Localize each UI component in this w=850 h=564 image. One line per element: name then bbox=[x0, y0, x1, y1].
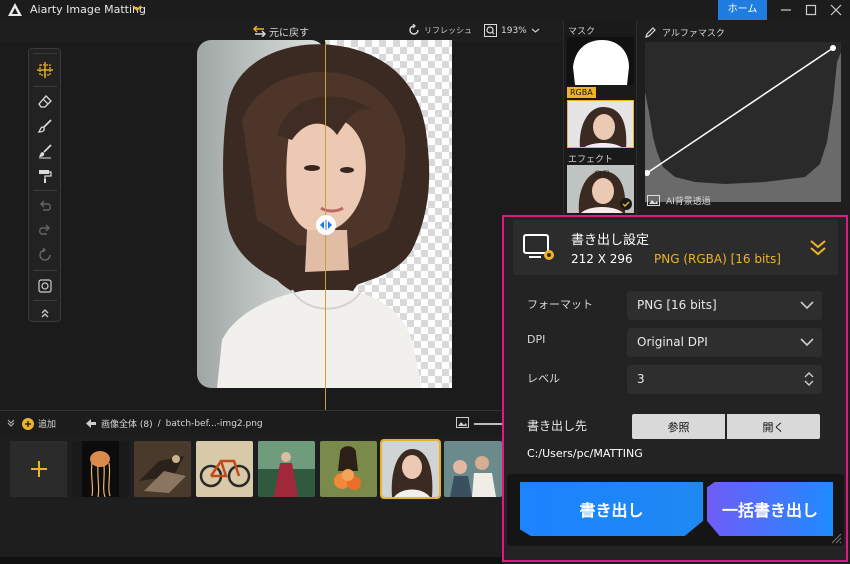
thumbnail-flowers[interactable] bbox=[320, 441, 377, 497]
breadcrumb-file: batch-bef...-img2.png bbox=[165, 418, 263, 429]
image-icon bbox=[647, 195, 660, 206]
breadcrumb: 画像全体 (8) / batch-bef...-img2.png bbox=[86, 417, 263, 430]
divider-handle-icon[interactable] bbox=[316, 215, 336, 235]
canvas-toolbar: 元に戻す リフレッシュ 193% bbox=[0, 20, 563, 42]
effect-overlay-label: 背景 bbox=[594, 170, 610, 179]
dpi-value: Original DPI bbox=[637, 335, 708, 349]
file-strip bbox=[0, 436, 502, 564]
ai-background-label: AI背景透過 bbox=[666, 197, 711, 207]
export-settings-title: 書き出し設定 bbox=[571, 233, 650, 248]
add-label: 追加 bbox=[38, 420, 57, 430]
undo-label: 元に戻す bbox=[269, 28, 309, 39]
rgba-thumbnail[interactable] bbox=[567, 100, 634, 148]
close-icon[interactable] bbox=[828, 2, 844, 18]
refresh-icon bbox=[409, 24, 419, 35]
undo-icon[interactable] bbox=[34, 197, 56, 217]
chevron-down-icon bbox=[800, 338, 814, 347]
undo-button[interactable]: 元に戻す bbox=[253, 24, 309, 39]
app-logo-icon bbox=[8, 3, 22, 16]
collapse-strip-icon[interactable] bbox=[6, 417, 16, 427]
mask-label: マスク bbox=[568, 27, 596, 37]
zoom-icon bbox=[484, 24, 497, 37]
undo-arrows-icon bbox=[253, 26, 266, 37]
thumbnail-bicycle[interactable] bbox=[196, 441, 253, 497]
home-button[interactable]: ホーム bbox=[718, 0, 767, 20]
minimize-icon[interactable] bbox=[778, 2, 794, 18]
add-image-button[interactable]: 追加 bbox=[22, 417, 56, 430]
level-value: 3 bbox=[637, 372, 645, 386]
chevron-down-icon bbox=[800, 301, 814, 310]
tool-panel bbox=[28, 48, 61, 322]
plus-circle-icon bbox=[22, 417, 34, 430]
browse-button[interactable]: 参照 bbox=[632, 414, 725, 439]
export-settings-icon bbox=[523, 234, 554, 260]
eyedropper-icon bbox=[645, 27, 656, 38]
thumbnail-size-icon bbox=[456, 417, 469, 428]
level-label: レベル bbox=[527, 372, 560, 385]
dpi-select[interactable]: Original DPI bbox=[627, 328, 822, 357]
export-settings-panel: 書き出し設定 212 X 296 PNG (RGBA) [16 bits] フォ… bbox=[502, 215, 848, 562]
resize-grip-icon[interactable] bbox=[830, 532, 842, 544]
breadcrumb-all[interactable]: 画像全体 (8) bbox=[101, 417, 153, 430]
eraser-tool-icon[interactable] bbox=[34, 91, 56, 111]
collapse-up-icon[interactable] bbox=[34, 303, 56, 323]
export-settings-header[interactable]: 書き出し設定 212 X 296 PNG (RGBA) [16 bits] bbox=[513, 220, 838, 275]
alpha-mask-header: アルファマスク bbox=[645, 26, 725, 39]
redo-icon[interactable] bbox=[34, 221, 56, 241]
add-tile-button[interactable] bbox=[10, 441, 67, 497]
chevron-down-icon[interactable] bbox=[132, 3, 142, 13]
thumbnail-birds[interactable] bbox=[134, 441, 191, 497]
ai-background-toggle[interactable]: AI背景透過 bbox=[647, 194, 711, 207]
effect-label: エフェクト bbox=[568, 155, 614, 165]
zoom-control[interactable]: 193% bbox=[484, 24, 540, 37]
move-tool-icon[interactable] bbox=[34, 60, 56, 80]
roller-tool-icon[interactable] bbox=[34, 166, 56, 186]
mask-thumbnail[interactable] bbox=[567, 37, 634, 85]
format-value: PNG [16 bits] bbox=[637, 298, 717, 312]
export-buttons-area: 書き出し 一括書き出し bbox=[507, 474, 844, 546]
reset-icon[interactable] bbox=[34, 245, 56, 265]
image-dimensions: 212 X 296 bbox=[571, 252, 633, 266]
collapse-chevrons-icon[interactable] bbox=[809, 238, 827, 256]
alpha-mask-title: アルファマスク bbox=[662, 29, 725, 39]
effect-thumbnail[interactable]: 背景 bbox=[567, 165, 634, 213]
dpi-label: DPI bbox=[527, 333, 546, 346]
view-thumbnails: マスク RGBA エフェクト 背景 bbox=[563, 20, 636, 215]
alpha-curve-graph[interactable] bbox=[645, 42, 841, 202]
export-button[interactable]: 書き出し bbox=[520, 482, 703, 536]
rgba-label: RGBA bbox=[567, 87, 596, 98]
open-folder-button[interactable]: 開く bbox=[727, 414, 820, 439]
status-strip bbox=[0, 557, 502, 564]
chevron-down-icon bbox=[531, 28, 540, 33]
thumbnail-red-dress[interactable] bbox=[258, 441, 315, 497]
level-stepper[interactable]: 3 bbox=[627, 365, 822, 394]
format-select[interactable]: PNG [16 bits] bbox=[627, 291, 822, 320]
brush-tool-icon[interactable] bbox=[34, 116, 56, 136]
destination-label: 書き出し先 bbox=[527, 419, 588, 433]
batch-export-button[interactable]: 一括書き出し bbox=[707, 482, 833, 536]
output-path: C:/Users/pc/MATTING bbox=[527, 447, 643, 460]
stepper-icon[interactable] bbox=[804, 371, 814, 387]
smart-brush-tool-icon[interactable] bbox=[34, 141, 56, 161]
format-info: PNG (RGBA) [16 bits] bbox=[654, 252, 781, 266]
app-title: Aiarty Image Matting bbox=[30, 3, 146, 16]
zoom-value: 193% bbox=[501, 25, 527, 36]
refresh-label: リフレッシュ bbox=[424, 25, 472, 35]
thumbnail-group[interactable] bbox=[444, 441, 502, 497]
thumbnail-selected-portrait[interactable] bbox=[380, 439, 441, 499]
maximize-icon[interactable] bbox=[803, 2, 819, 18]
alpha-mask-panel: アルファマスク AI背景透過 bbox=[636, 20, 850, 215]
thumbnail-size-slider[interactable] bbox=[474, 423, 502, 425]
title-bar: Aiarty Image Matting ホーム bbox=[0, 0, 850, 20]
back-arrow-icon[interactable] bbox=[86, 419, 96, 428]
compare-icon[interactable] bbox=[34, 276, 56, 296]
format-label: フォーマット bbox=[527, 298, 593, 311]
file-strip-header: 追加 画像全体 (8) / batch-bef...-img2.png bbox=[0, 410, 502, 436]
plus-icon bbox=[30, 461, 47, 477]
refresh-button[interactable]: リフレッシュ bbox=[408, 24, 472, 36]
thumbnail-jellyfish[interactable] bbox=[72, 441, 129, 497]
breadcrumb-separator: / bbox=[157, 418, 161, 429]
